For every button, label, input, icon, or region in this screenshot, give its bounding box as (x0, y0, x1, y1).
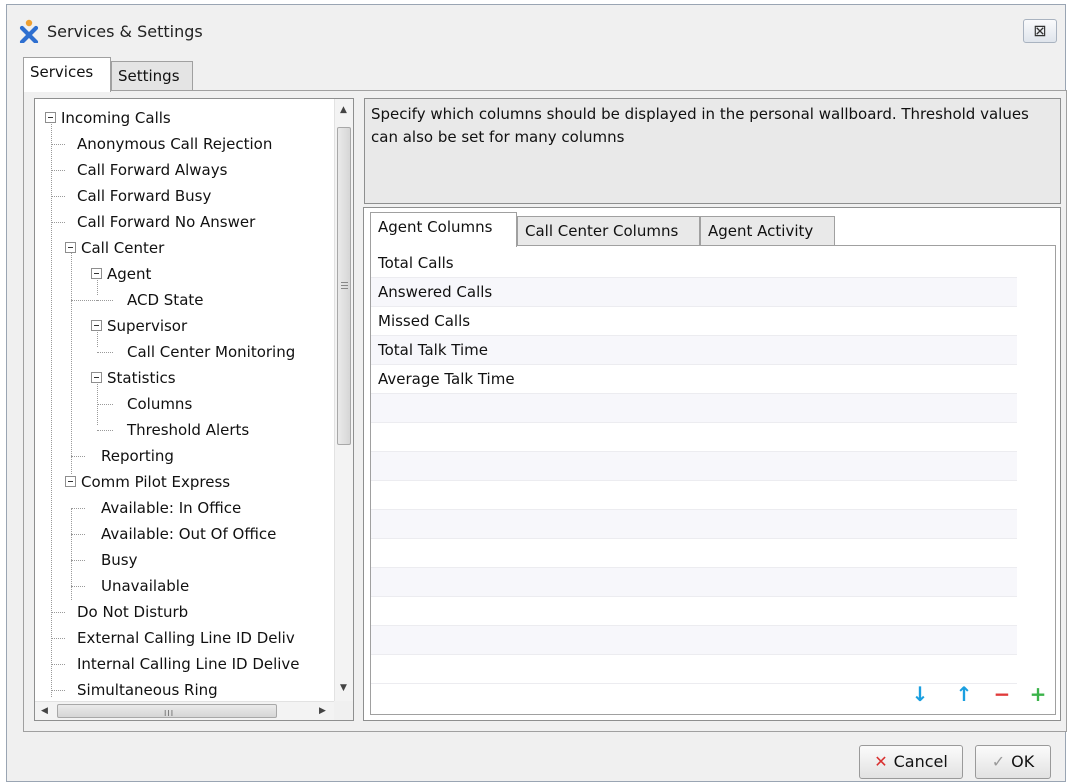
tree-item-label: Comm Pilot Express (81, 473, 231, 491)
collapse-icon[interactable] (65, 242, 76, 253)
tree-item-label: Available: Out Of Office (101, 525, 277, 543)
agent-columns-list: Total Calls Answered Calls Missed Calls … (370, 245, 1056, 715)
tree-item-label: Simultaneous Ring (77, 681, 218, 699)
tab-settings[interactable]: Settings (111, 61, 193, 91)
tree-item-label: Reporting (101, 447, 174, 465)
services-settings-window: Services & Settings ⊠ Services Settings (6, 4, 1067, 782)
tree-horizontal-scrollbar[interactable]: ◀ III ▶ (35, 701, 335, 720)
list-empty-row (371, 423, 1017, 452)
tab-agent-activity[interactable]: Agent Activity (700, 216, 835, 246)
collapse-icon[interactable] (65, 476, 76, 487)
ok-button[interactable]: ✓ OK (975, 745, 1051, 779)
tree-item-label: Agent (107, 265, 152, 283)
tree-item-label: Call Forward Always (77, 161, 228, 179)
list-empty-row (371, 655, 1017, 684)
cancel-button-label: Cancel (893, 752, 948, 771)
tree-content: Incoming Calls Anonymous Call Rejection … (35, 99, 335, 699)
services-tree: Incoming Calls Anonymous Call Rejection … (34, 98, 354, 721)
tab-services[interactable]: Services (23, 57, 111, 92)
scroll-left-arrow-icon[interactable]: ◀ (41, 706, 48, 716)
services-panel: Incoming Calls Anonymous Call Rejection … (23, 90, 1067, 732)
close-button[interactable]: ⊠ (1023, 19, 1057, 43)
ok-button-label: OK (1011, 752, 1035, 771)
tree-item-label: Unavailable (101, 577, 190, 595)
list-item-total-talk-time[interactable]: Total Talk Time (371, 336, 1017, 365)
tree-item-label: Call Forward Busy (77, 187, 212, 205)
scroll-grip: III (164, 709, 175, 718)
tree-item-label: ACD State (127, 291, 204, 309)
list-item-average-talk-time[interactable]: Average Talk Time (371, 365, 1017, 394)
tree-item-label: Do Not Disturb (77, 603, 189, 621)
list-empty-row (371, 452, 1017, 481)
collapse-icon[interactable] (91, 320, 102, 331)
tree-item-label: Call Center Monitoring (127, 343, 296, 361)
title-bar: Services & Settings ⊠ (7, 5, 1065, 57)
scroll-up-arrow-icon[interactable]: ▲ (340, 105, 347, 115)
tree-item-label: Busy (101, 551, 138, 569)
tree-item-label: Anonymous Call Rejection (77, 135, 273, 153)
scroll-down-arrow-icon[interactable]: ▼ (340, 683, 347, 693)
tree-item-label: Threshold Alerts (127, 421, 250, 439)
tree-item-label: Incoming Calls (61, 109, 171, 127)
list-empty-row (371, 510, 1017, 539)
move-down-icon[interactable]: ↓ (909, 682, 931, 706)
collapse-icon[interactable] (45, 112, 56, 123)
cancel-button[interactable]: ✕ Cancel (859, 745, 963, 779)
columns-settings-panel: Agent Columns Call Center Columns Agent … (363, 207, 1061, 721)
tree-item-label: Internal Calling Line ID Delive (77, 655, 300, 673)
scrollbar-corner (334, 701, 353, 720)
tree-item-label: Columns (127, 395, 193, 413)
app-logo-icon (19, 19, 39, 43)
tree-item-label: External Calling Line ID Deliv (77, 629, 295, 647)
vertical-scroll-thumb[interactable] (337, 127, 351, 445)
tree-item-label: Call Center (81, 239, 165, 257)
list-item-missed-calls[interactable]: Missed Calls (371, 307, 1017, 336)
move-up-icon[interactable]: ↑ (953, 682, 975, 706)
checkmark-icon: ✓ (991, 752, 1006, 771)
tree-item-label: Call Forward No Answer (77, 213, 256, 231)
tree-vertical-scrollbar[interactable]: ▲ ▼ (334, 99, 353, 701)
add-icon[interactable]: + (1027, 682, 1049, 706)
tree-item-label: Available: In Office (101, 499, 242, 517)
list-item-answered-calls[interactable]: Answered Calls (371, 278, 1017, 307)
tab-agent-columns[interactable]: Agent Columns (370, 212, 517, 247)
tab-call-center-columns[interactable]: Call Center Columns (517, 216, 700, 246)
scroll-right-arrow-icon[interactable]: ▶ (319, 706, 326, 716)
list-empty-row (371, 626, 1017, 655)
list-empty-row (371, 597, 1017, 626)
horizontal-scroll-thumb[interactable]: III (57, 704, 277, 718)
list-item-total-calls[interactable]: Total Calls (371, 249, 1017, 278)
description-box: Specify which columns should be displaye… (364, 98, 1061, 204)
cancel-x-icon: ✕ (874, 752, 888, 771)
window-title: Services & Settings (47, 22, 203, 41)
remove-icon[interactable]: − (991, 682, 1013, 706)
tree-item-label: Statistics (107, 369, 176, 387)
list-empty-row (371, 481, 1017, 510)
collapse-icon[interactable] (91, 372, 102, 383)
list-empty-row (371, 568, 1017, 597)
list-empty-row (371, 539, 1017, 568)
collapse-icon[interactable] (91, 268, 102, 279)
tree-item-label: Supervisor (107, 317, 188, 335)
list-empty-row (371, 394, 1017, 423)
